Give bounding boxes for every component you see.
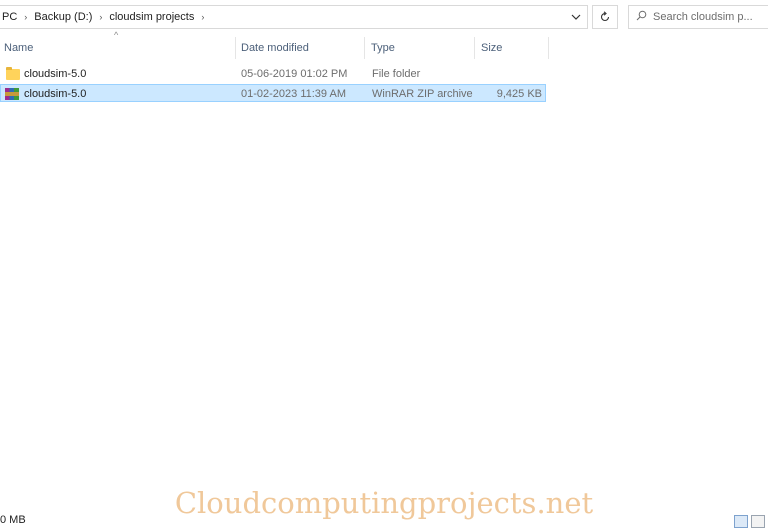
- column-header-name[interactable]: Name: [0, 37, 236, 59]
- file-date-modified: 01-02-2023 11:39 AM: [241, 88, 346, 100]
- column-header-date-modified[interactable]: Date modified: [237, 37, 365, 59]
- breadcrumb-separator-icon[interactable]: ›: [196, 12, 209, 22]
- breadcrumb-pc[interactable]: PC: [0, 11, 19, 23]
- refresh-icon: [600, 11, 610, 22]
- chevron-down-icon[interactable]: [564, 5, 588, 29]
- large-icons-view-icon[interactable]: [751, 515, 765, 528]
- column-header-type[interactable]: Type: [367, 37, 475, 59]
- file-row[interactable]: cloudsim-5.0 05-06-2019 01:02 PM File fo…: [0, 65, 546, 83]
- file-name: cloudsim-5.0: [24, 88, 87, 100]
- breadcrumb-backup-d[interactable]: Backup (D:): [32, 11, 94, 23]
- breadcrumb-cloudsim-projects[interactable]: cloudsim projects: [107, 11, 196, 23]
- details-view-icon[interactable]: [734, 515, 748, 528]
- file-size: [472, 65, 542, 83]
- winrar-archive-icon: [5, 87, 19, 101]
- refresh-button[interactable]: [592, 5, 618, 29]
- folder-icon: [6, 67, 20, 80]
- file-type: File folder: [372, 68, 421, 80]
- search-placeholder[interactable]: Search cloudsim p...: [653, 11, 753, 23]
- file-size: 9,425 KB: [496, 88, 542, 100]
- file-date-modified: 05-06-2019 01:02 PM: [241, 68, 348, 80]
- address-bar[interactable]: PC › Backup (D:) › cloudsim projects ›: [0, 5, 588, 29]
- status-size: 0 MB: [0, 514, 26, 526]
- column-header-size[interactable]: Size: [477, 37, 549, 59]
- search-icon: [629, 10, 653, 24]
- file-row[interactable]: cloudsim-5.0 01-02-2023 11:39 AM WinRAR …: [0, 84, 546, 102]
- breadcrumb-separator-icon[interactable]: ›: [19, 12, 32, 22]
- file-name: cloudsim-5.0: [24, 68, 87, 80]
- watermark: Cloudcomputingprojects.net: [174, 486, 594, 520]
- search-box[interactable]: Search cloudsim p...: [628, 5, 768, 29]
- file-type: WinRAR ZIP archive: [372, 88, 473, 100]
- breadcrumb-separator-icon[interactable]: ›: [94, 12, 107, 22]
